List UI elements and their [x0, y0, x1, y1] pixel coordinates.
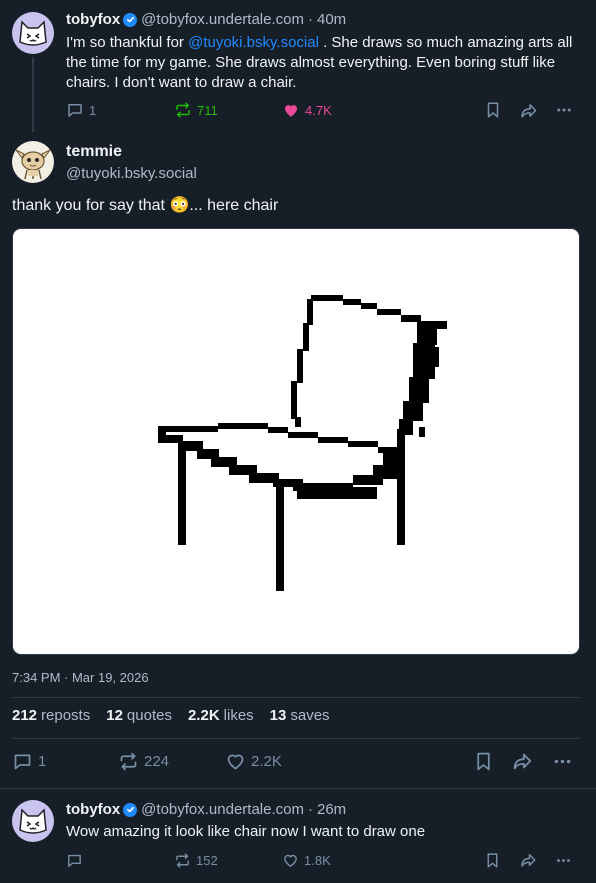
post-time[interactable]: 40m [317, 10, 346, 29]
post-timestamp[interactable]: 7:34 PM · Mar 19, 2026 [12, 670, 149, 685]
bookmark-icon [484, 852, 501, 869]
saves-count: 13 [269, 707, 287, 724]
avatar[interactable] [12, 800, 54, 842]
main-post-header: temmie @tuyoki.bsky.social [66, 142, 584, 183]
emoji-flushed: 😳 [169, 197, 190, 214]
repost-count: 711 [197, 102, 218, 118]
share-icon [511, 750, 533, 772]
bookmark-icon [473, 751, 494, 772]
like-count: 4.7K [305, 102, 332, 118]
share-icon [519, 101, 538, 120]
author-name[interactable]: temmie [66, 142, 122, 162]
bookmark-button[interactable] [484, 849, 501, 871]
share-icon [519, 851, 537, 869]
like-button[interactable]: 4.7K [282, 99, 332, 121]
more-button[interactable] [552, 750, 573, 772]
divider [0, 788, 596, 789]
likes-count: 2.2K [187, 707, 220, 724]
post-image[interactable] [12, 228, 580, 655]
likes-label: likes [223, 707, 254, 724]
repost-count: 152 [196, 852, 218, 868]
more-icon [552, 751, 573, 772]
like-count: 2.2K [251, 752, 282, 770]
parent-post-actions: 1 711 4.7K [66, 99, 584, 121]
post-text-start: thank you for say that [12, 197, 165, 214]
share-button[interactable] [519, 99, 538, 121]
post-text-start: I'm so thankful for [66, 34, 189, 51]
thread-line [32, 57, 34, 132]
author-handle[interactable]: @tobyfox.undertale.com [141, 10, 304, 29]
author-name[interactable]: tobyfox [66, 800, 120, 819]
reply-icon [12, 751, 33, 772]
avatar[interactable] [12, 12, 54, 54]
reply-count: 1 [38, 752, 47, 770]
repost-icon [174, 852, 191, 869]
separator-dot: · [307, 11, 313, 28]
heart-icon [282, 101, 300, 119]
repost-icon [174, 101, 192, 119]
author-handle[interactable]: @tobyfox.undertale.com [141, 800, 304, 819]
bookmark-button[interactable] [484, 99, 502, 121]
quotes-stat[interactable]: 12 quotes [106, 707, 172, 724]
quotes-count: 12 [106, 707, 123, 724]
bookmark-button[interactable] [473, 750, 494, 772]
like-button[interactable]: 2.2K [225, 750, 282, 772]
reply-button[interactable]: 1 [66, 99, 96, 121]
parent-post[interactable]: tobyfox @tobyfox.undertale.com · 40m I'm… [66, 10, 584, 93]
saves-label: saves [290, 707, 330, 724]
reply-button[interactable] [66, 849, 83, 871]
divider [12, 697, 580, 698]
verified-icon [123, 12, 138, 27]
mention-link[interactable]: @tuyoki.bsky.social [188, 34, 319, 51]
post-time[interactable]: 26m [317, 800, 346, 819]
reply-icon [66, 101, 84, 119]
repost-icon [118, 751, 139, 772]
chair-drawing [158, 295, 447, 591]
saves-stat[interactable]: 13 saves [270, 707, 330, 724]
main-post-text: thank you for say that 😳... here chair [12, 195, 278, 216]
more-button[interactable] [555, 99, 573, 121]
more-icon [555, 852, 572, 869]
reposts-stat[interactable]: 212 reposts [12, 707, 90, 724]
separator-dot: · [307, 801, 313, 818]
author-handle[interactable]: @tuyoki.bsky.social [66, 164, 197, 183]
reposts-count: 212 [12, 707, 38, 724]
verified-icon [123, 802, 138, 817]
divider [12, 738, 580, 739]
more-icon [555, 101, 573, 119]
more-button[interactable] [555, 849, 572, 871]
post-text-end: ... here chair [189, 197, 279, 214]
like-count: 1.8K [304, 852, 331, 868]
post-text: I'm so thankful for @tuyoki.bsky.social … [66, 33, 584, 93]
heart-icon [225, 751, 246, 772]
avatar[interactable] [12, 141, 54, 183]
quotes-label: quotes [126, 707, 172, 724]
post-stats: 212 reposts 12 quotes 2.2K likes 13 saves [12, 707, 330, 724]
author-name[interactable]: tobyfox [66, 10, 120, 29]
reply-button[interactable]: 1 [12, 750, 46, 772]
likes-stat[interactable]: 2.2K likes [188, 707, 254, 724]
repost-count: 224 [144, 752, 170, 770]
like-button[interactable]: 1.8K [282, 849, 331, 871]
repost-button[interactable]: 152 [174, 849, 218, 871]
reply-icon [66, 852, 83, 869]
share-button[interactable] [519, 849, 537, 871]
reply-post-actions: 152 1.8K [66, 849, 584, 871]
reply-count: 1 [89, 102, 97, 118]
heart-icon [282, 852, 299, 869]
bookmark-icon [484, 101, 502, 119]
main-post-actions: 1 224 2.2K [12, 750, 584, 772]
share-button[interactable] [511, 750, 533, 772]
repost-button[interactable]: 224 [118, 750, 169, 772]
reposts-label: reposts [41, 707, 91, 724]
post-text: Wow amazing it look like chair now I wan… [66, 823, 426, 840]
repost-button[interactable]: 711 [174, 99, 218, 121]
reply-post[interactable]: tobyfox @tobyfox.undertale.com · 26m Wow… [66, 800, 584, 842]
